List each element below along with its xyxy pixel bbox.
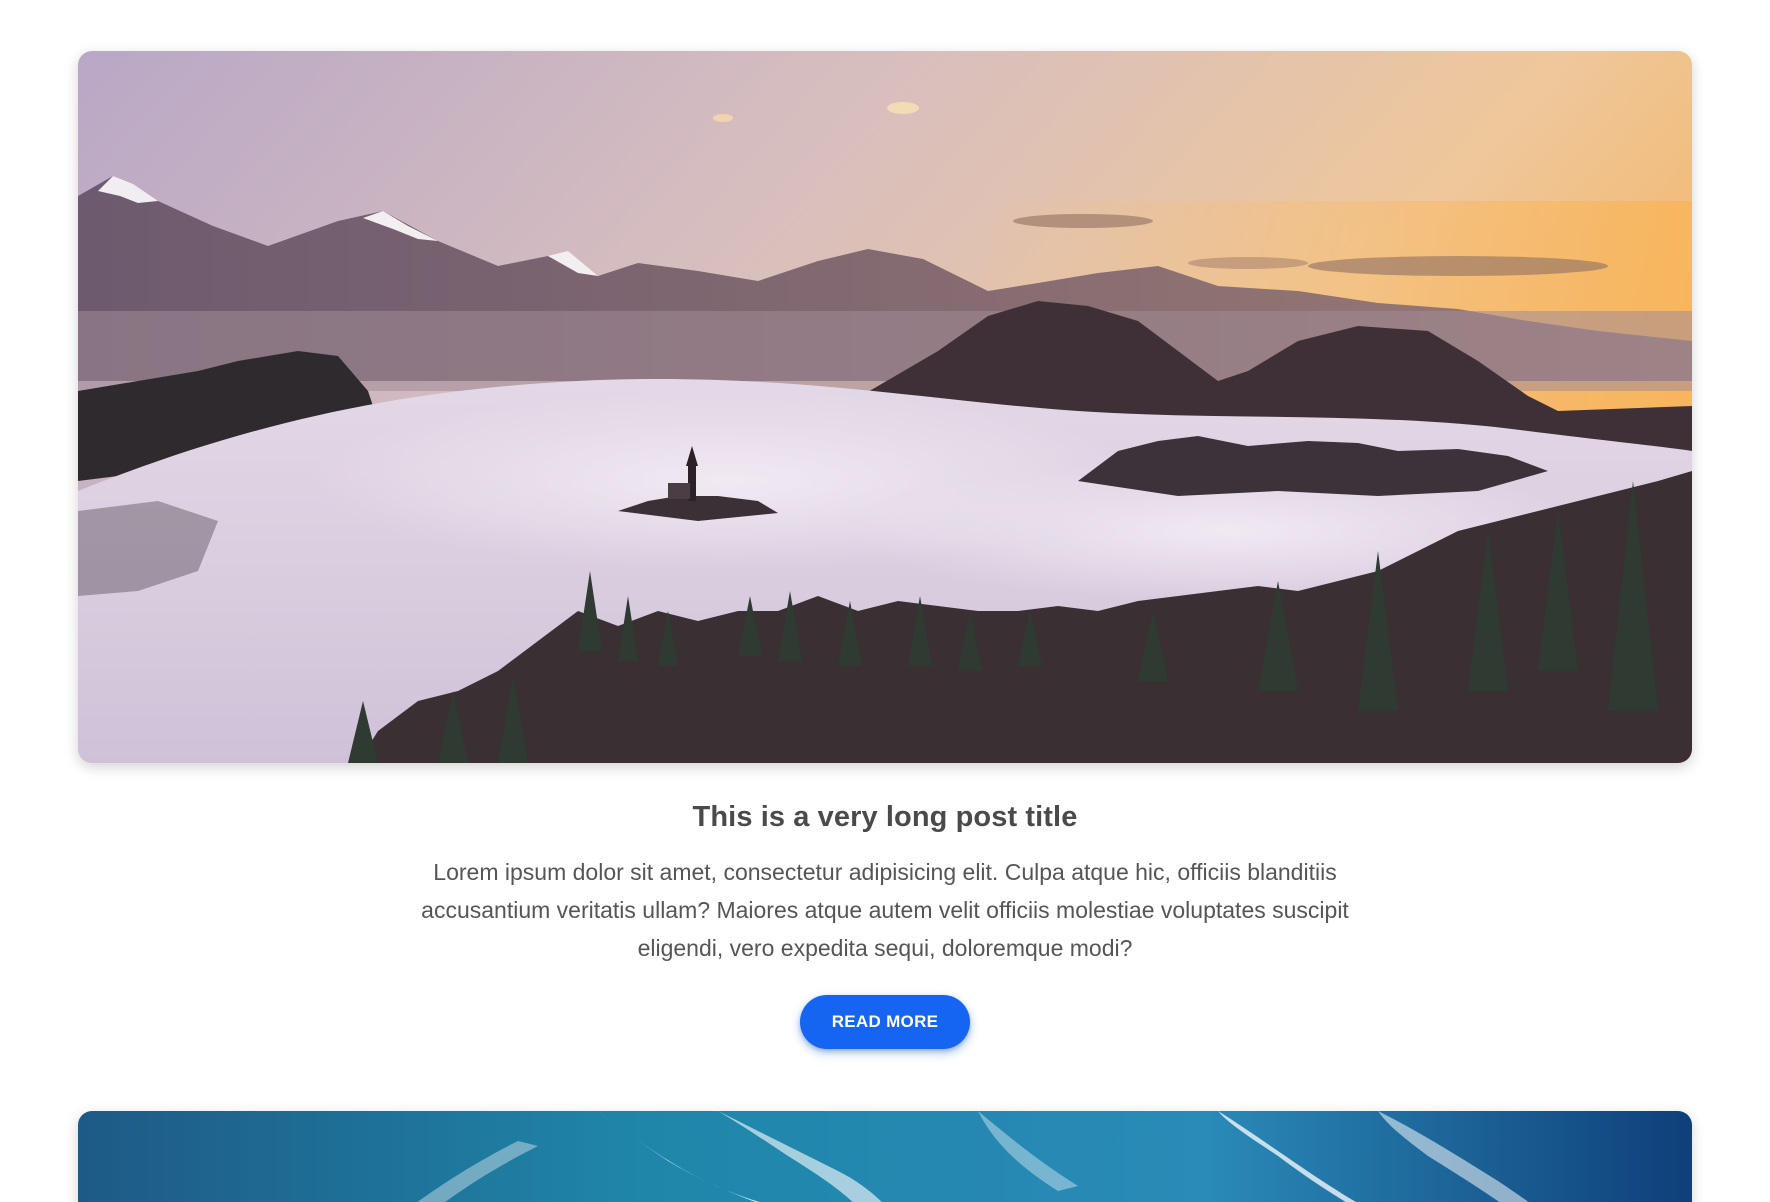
post-body: This is a very long post title Lorem ips… [78,763,1692,1049]
post-title[interactable]: This is a very long post title [78,797,1692,837]
post-excerpt: Lorem ipsum dolor sit amet, consectetur … [421,859,1349,961]
post-image-blue-sky [78,1111,1692,1202]
post-card: This is a very long post title Lorem ips… [78,51,1692,1049]
post-image-mountain-fog [78,51,1692,763]
read-more-button[interactable]: READ MORE [800,995,970,1049]
blog-post-list: This is a very long post title Lorem ips… [0,0,1770,1202]
post-card [78,1111,1692,1202]
